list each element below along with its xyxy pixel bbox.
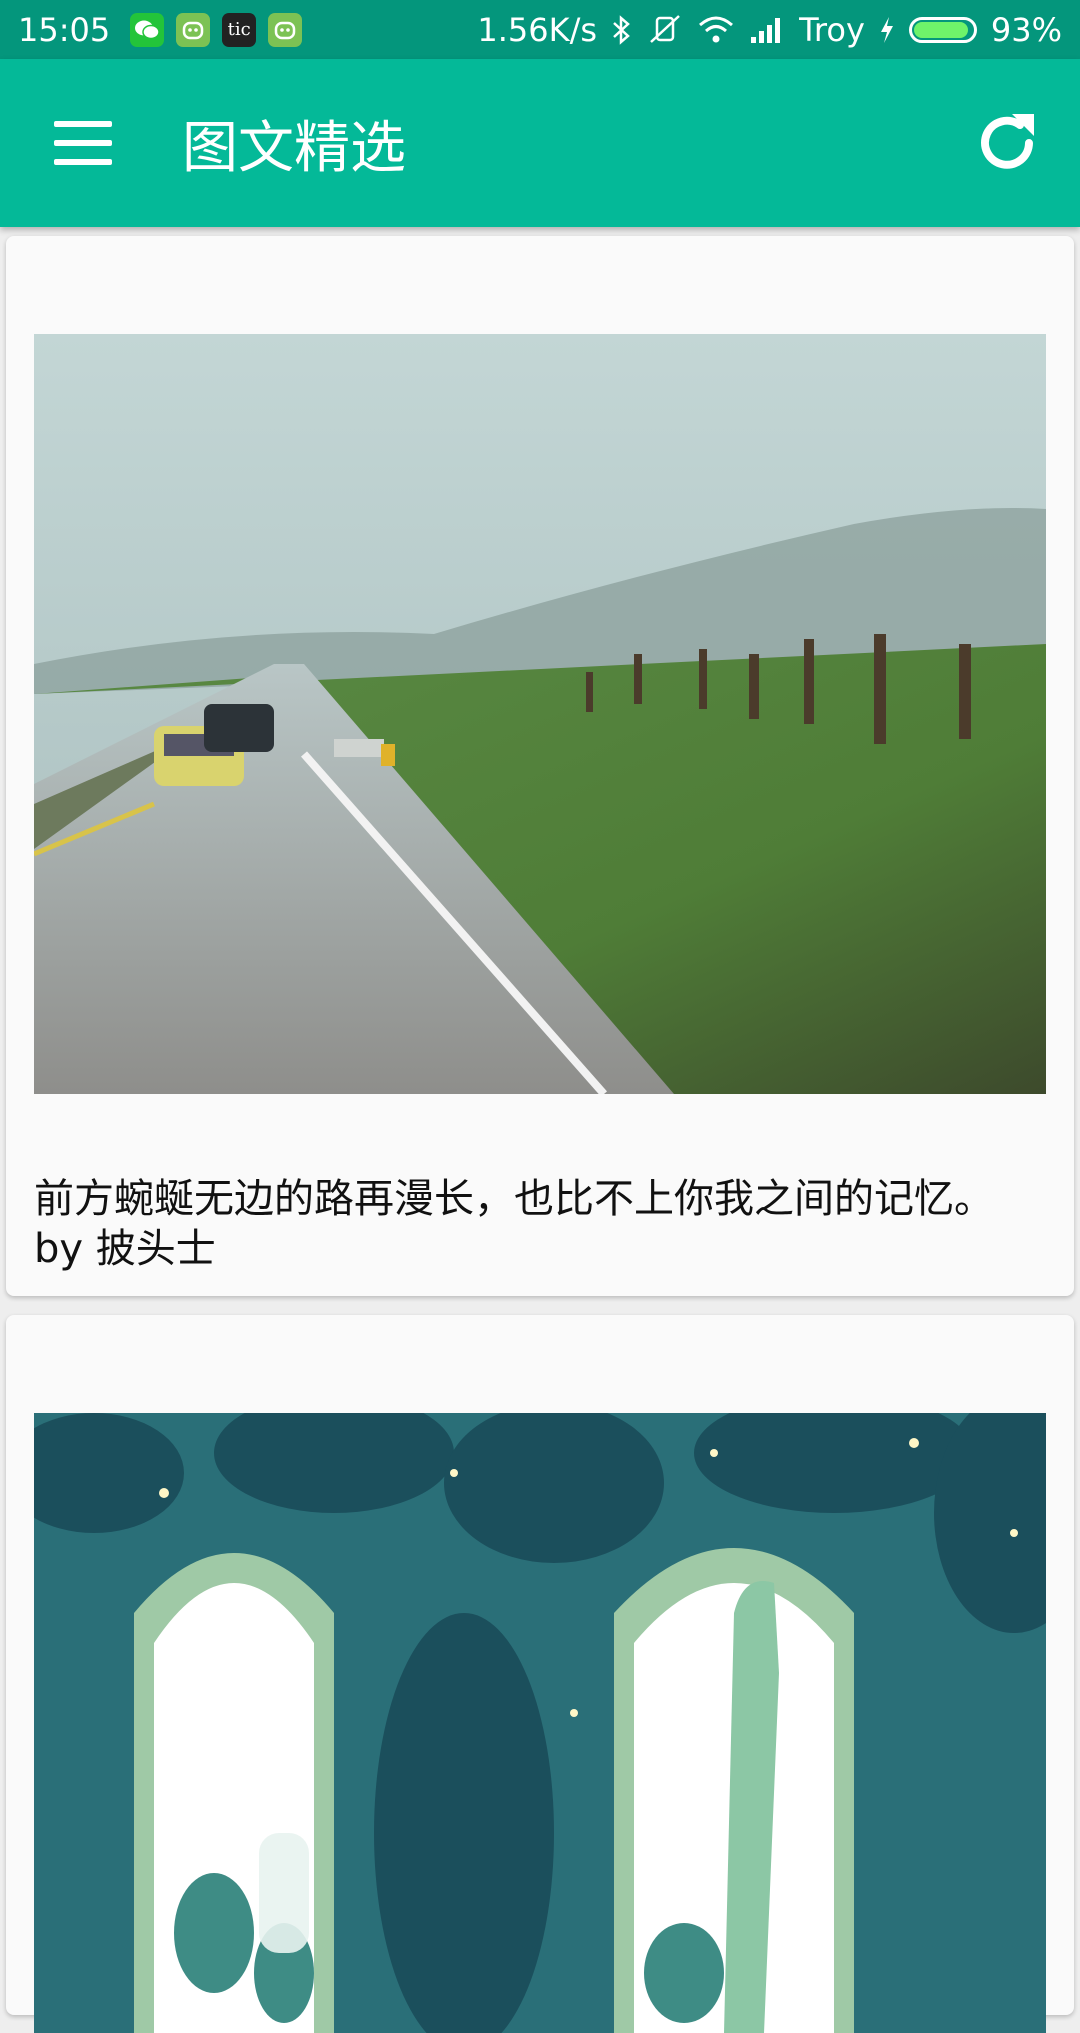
vibrate-off-icon [650,14,680,43]
feed-card[interactable]: 前方蜿蜒无边的路再漫长，也比不上你我之间的记忆。 by 披头士 [6,236,1074,1296]
carrier-name: Troy [799,10,865,49]
android-icon [176,12,211,47]
tic-icon: tic [222,12,257,47]
page-title: 图文精选 [182,115,406,181]
menu-line [54,159,112,165]
battery-icon [908,16,977,43]
feed-card[interactable] [6,1315,1074,2033]
status-right: 1.56K/s Troy 93% [477,11,1062,49]
wechat-icon [130,12,165,47]
status-time: 15:05 [18,10,111,49]
battery-level [913,21,968,38]
refresh-button[interactable] [972,108,1042,178]
card-image[interactable] [34,1413,1046,2033]
signal-icon [751,17,781,43]
notification-icons: tic [130,12,303,47]
card-caption: 前方蜿蜒无边的路再漫长，也比不上你我之间的记忆。 by 披头士 [34,1176,994,1272]
wifi-icon [699,16,734,42]
android-icon [268,12,303,47]
refresh-icon [981,114,1034,169]
charging-icon [880,16,893,43]
bluetooth-icon [613,14,630,45]
battery-percent: 93% [990,10,1062,49]
app-toolbar: 图文精选 [0,59,1080,227]
network-speed: 1.56K/s [477,10,598,49]
rainy-road-photo [34,334,1046,1094]
status-bar: 15:05 tic 1.56K/s Troy 93% [0,0,1080,59]
card-image[interactable] [34,334,1046,1094]
tic-label: tic [227,19,251,40]
menu-line [54,121,112,127]
menu-line [54,140,112,146]
menu-icon[interactable] [54,121,112,165]
jungle-arch-illustration [34,1413,1046,2033]
